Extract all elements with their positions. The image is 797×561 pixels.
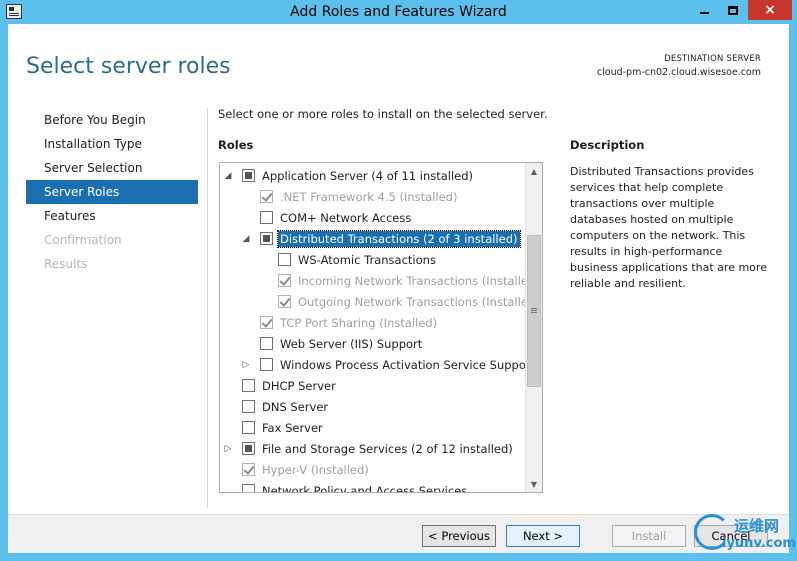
role-checkbox[interactable] [242,484,255,492]
role-label: Outgoing Network Transactions (Installed… [298,294,540,309]
role-row-tcp-port-sharing[interactable]: TCP Port Sharing (Installed) [220,312,526,333]
page-title: Select server roles [26,54,231,79]
role-row-dns-server[interactable]: DNS Server [220,396,526,417]
nav-item-before-you-begin[interactable]: Before You Begin [26,108,198,132]
wizard-client: Select server roles DESTINATION SERVER c… [8,24,789,553]
collapse-icon[interactable]: ◢ [240,233,252,245]
nav-divider [207,108,208,508]
wizard-nav: Before You Begin Installation Type Serve… [26,108,198,276]
role-row-windows-process-activation[interactable]: ▷ Windows Process Activation Service Sup… [220,354,536,375]
roles-tree[interactable]: ◢ Application Server (4 of 11 installed)… [219,162,543,493]
role-checkbox [278,295,291,308]
previous-button[interactable]: < Previous [422,525,496,547]
minimize-icon [699,11,709,14]
watermark-cn: 运维网 [734,517,780,535]
close-icon: × [764,2,776,18]
role-checkbox[interactable] [242,442,255,455]
role-row-web-server-iis-support[interactable]: Web Server (IIS) Support [220,333,526,354]
role-label: Distributed Transactions (2 of 3 install… [277,229,521,248]
watermark: 运维网 iyunv.com [686,512,796,556]
destination-server-value: cloud-pm-cn02.cloud.wisesoe.com [596,67,761,78]
maximize-icon [728,5,738,15]
title-bar[interactable]: Add Roles and Features Wizard × [0,0,797,24]
role-checkbox[interactable] [260,232,273,245]
nav-item-installation-type[interactable]: Installation Type [26,132,198,156]
role-label: Application Server (4 of 11 installed) [262,168,474,183]
minimize-button[interactable] [690,0,718,20]
role-label: Network Policy and Access Services [262,483,468,493]
role-checkbox [260,316,273,329]
scroll-down-icon[interactable]: ▼ [526,476,542,492]
close-button[interactable]: × [748,0,792,20]
role-row-network-policy[interactable]: Network Policy and Access Services [220,480,526,493]
role-row-com-network-access[interactable]: COM+ Network Access [220,207,526,228]
role-row-outgoing-network-transactions[interactable]: Outgoing Network Transactions (Installed… [220,291,540,312]
role-label: DNS Server [262,399,329,414]
role-row-dhcp-server[interactable]: DHCP Server [220,375,526,396]
nav-item-features[interactable]: Features [26,204,198,228]
role-checkbox[interactable] [242,400,255,413]
role-label: Fax Server [262,420,323,435]
roles-heading: Roles [218,138,254,152]
role-label: DHCP Server [262,378,336,393]
description-text: Distributed Transactions provides servic… [570,165,767,290]
maximize-button[interactable] [720,0,746,20]
description-heading: Description [570,138,645,152]
role-row-distributed-transactions[interactable]: ◢ Distributed Transactions (2 of 3 insta… [220,228,526,249]
role-label: TCP Port Sharing (Installed) [280,315,438,330]
role-checkbox [242,463,255,476]
role-label: Web Server (IIS) Support [280,336,423,351]
intro-text: Select one or more roles to install on t… [218,107,548,121]
role-row-application-server[interactable]: ◢ Application Server (4 of 11 installed) [220,165,526,186]
role-checkbox [260,190,273,203]
role-row-fax-server[interactable]: Fax Server [220,417,526,438]
role-label: File and Storage Services (2 of 12 insta… [262,441,513,456]
expand-icon[interactable]: ▷ [222,443,234,455]
destination-server-label: DESTINATION SERVER [664,54,761,64]
next-button[interactable]: Next > [506,525,580,547]
role-row-net-framework[interactable]: .NET Framework 4.5 (Installed) [220,186,526,207]
expand-icon[interactable]: ▷ [240,359,252,371]
role-checkbox [278,274,291,287]
role-label: COM+ Network Access [280,210,412,225]
role-checkbox[interactable] [260,337,273,350]
scrollbar-thumb[interactable] [527,235,541,387]
role-checkbox[interactable] [242,169,255,182]
role-checkbox[interactable] [260,211,273,224]
role-row-ws-atomic[interactable]: WS-Atomic Transactions [220,249,526,270]
role-checkbox[interactable] [260,358,273,371]
window-title: Add Roles and Features Wizard [290,4,507,20]
wizard-footer: < Previous Next > Install Cancel [8,514,789,553]
role-label: Incoming Network Transactions (Installed… [298,273,540,288]
collapse-icon[interactable]: ◢ [222,170,234,182]
role-row-incoming-network-transactions[interactable]: Incoming Network Transactions (Installed… [220,270,540,291]
role-label: Hyper-V (Installed) [262,462,369,477]
role-checkbox[interactable] [278,253,291,266]
nav-item-server-roles[interactable]: Server Roles [26,180,198,204]
role-label: WS-Atomic Transactions [298,252,436,267]
nav-item-server-selection[interactable]: Server Selection [26,156,198,180]
role-checkbox[interactable] [242,421,255,434]
role-label: .NET Framework 4.5 (Installed) [280,189,458,204]
role-label: Windows Process Activation Service Suppo… [280,357,536,372]
watermark-url: iyunv.com [722,536,796,551]
nav-item-results: Results [44,257,88,271]
scroll-up-icon[interactable]: ▲ [526,163,542,179]
roles-scrollbar[interactable]: ▲ ▼ [525,163,542,492]
install-button: Install [612,525,686,547]
role-checkbox[interactable] [242,379,255,392]
nav-item-confirmation: Confirmation [44,233,122,247]
grip-icon [531,308,537,309]
role-row-file-and-storage[interactable]: ▷ File and Storage Services (2 of 12 ins… [220,438,526,459]
role-row-hyper-v[interactable]: Hyper-V (Installed) [220,459,526,480]
